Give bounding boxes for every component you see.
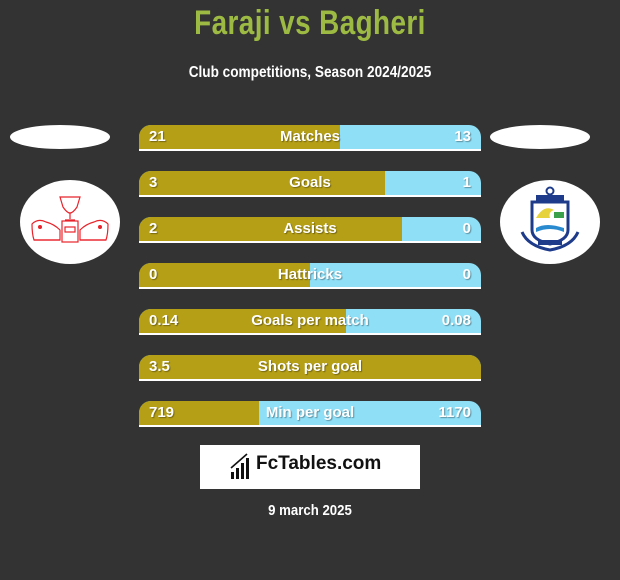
stat-label: Matches [279,128,341,145]
right-value: 13 [454,128,471,145]
fctables-logo[interactable]: FcTables.com [200,445,420,489]
match-date: 9 march 2025 [268,502,352,519]
stat-label: Hattricks [277,266,343,283]
competition-subtitle: Club competitions, Season 2024/2025 [188,64,432,81]
stat-bar-hattricks: 0 Hattricks 0 [139,263,481,289]
stat-label: Min per goal [265,404,355,421]
stat-label: Goals per match [251,312,369,329]
stat-label: Assists [283,220,337,237]
trophy-lions-crest-icon [31,196,109,243]
right-player-name-pill [490,125,590,149]
right-value: 1 [462,174,471,191]
right-value: 1170 [438,404,471,421]
right-value: 0 [462,220,471,237]
stat-bar-goals-per-match: 0.14 Goals per match 0.08 [139,309,481,335]
stat-label: Goals [289,174,331,191]
brand-name: FcTables.com [256,453,382,474]
stat-bar-shots-per-goal: 3.5 Shots per goal [139,355,481,381]
left-club-logo [20,180,120,264]
stat-bar-matches: 21 Matches 13 [139,125,481,151]
anchor-crest-icon [520,186,580,252]
bar-chart-icon [230,453,249,479]
stat-bar-assists: 2 Assists 0 [139,217,481,243]
right-value: 0.08 [441,312,471,329]
right-club-logo [500,180,600,264]
page-title: Faraji vs Bagheri [194,4,426,42]
right-value: 0 [462,266,471,283]
stat-bar-goals: 3 Goals 1 [139,171,481,197]
stat-label: Shots per goal [257,358,363,375]
stat-bar-min-per-goal: 719 Min per goal 1170 [139,401,481,427]
left-player-name-pill [10,125,110,149]
